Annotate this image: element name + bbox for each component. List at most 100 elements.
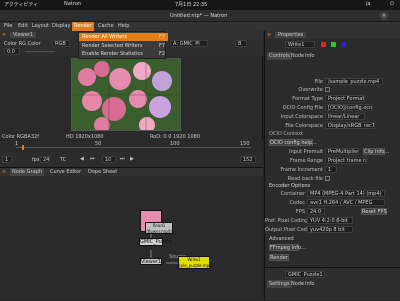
- next-frame-icon[interactable]: ⏭: [120, 156, 125, 162]
- tab-controls[interactable]: Controls: [267, 52, 292, 60]
- overwrite-label: Overwrite: [298, 87, 323, 93]
- codec-select[interactable]: avc1 H.264 / AVC / MPEG: [307, 199, 385, 206]
- format-type-select[interactable]: Project Format: [325, 95, 365, 102]
- read-back-label: Read back file: [287, 176, 323, 182]
- timeline-pane: 1 50 100 150 1 fps 24 TC ◀ ⏮ 10 ⏭ ▶ 152: [0, 140, 263, 167]
- properties-pane: ≡ Properties Write1 Controls Node Info F…: [264, 31, 400, 300]
- viewer-menu-icon[interactable]: ≡: [2, 32, 6, 38]
- window-title-bar: Untitled.ntp* — Natron ×: [0, 10, 400, 22]
- clip-info-button[interactable]: Clip Info...: [363, 148, 389, 155]
- properties-menu-icon[interactable]: ≡: [267, 32, 271, 38]
- output-pixel-coding-select[interactable]: yuv420p 8 bit: [307, 226, 353, 233]
- close-icon[interactable]: ×: [380, 12, 388, 20]
- node-connections: [150, 231, 178, 264]
- input-b-select[interactable]: B: [235, 40, 247, 47]
- red-color-icon[interactable]: [321, 42, 326, 47]
- gmic-node-name-field[interactable]: GMIC_Puzzle1: [285, 271, 325, 278]
- menu-help[interactable]: Help: [116, 22, 131, 31]
- channel-select[interactable]: RGB: [52, 40, 70, 47]
- frame-increment-field[interactable]: 1: [325, 166, 337, 173]
- file-label: File: [314, 79, 323, 85]
- render-button[interactable]: Render: [269, 254, 289, 261]
- input-colorspace-select[interactable]: linear/Linear: [325, 113, 365, 120]
- blue-color-icon[interactable]: [341, 42, 346, 47]
- properties-header: Write1: [265, 40, 400, 50]
- reset-fps-button[interactable]: Reset FPS: [361, 208, 387, 215]
- playhead[interactable]: [22, 145, 24, 150]
- gmic-properties-panel: GMIC_Puzzle1 Settings Node Info: [265, 267, 400, 300]
- file-field[interactable]: /sample_puzzle.mp4: [325, 78, 383, 85]
- menu-display[interactable]: Display: [50, 22, 72, 31]
- menu-layout[interactable]: Layout: [30, 22, 51, 31]
- tab-properties[interactable]: Properties: [275, 32, 307, 38]
- tab-viewer1[interactable]: Viewer1: [10, 32, 37, 38]
- user-menu[interactable]: ja: [366, 1, 370, 7]
- window-title: Untitled.ntp* — Natron: [170, 13, 228, 19]
- timeline-track: [16, 147, 251, 148]
- render-selected-writers[interactable]: Render Selected Writers F7: [79, 42, 168, 50]
- frame-range-label: Frame Range: [289, 158, 323, 164]
- viewer-node[interactable]: Viewer1: [140, 258, 162, 265]
- properties-tab-bar: ≡ Properties: [265, 31, 400, 39]
- output-pixel-coding-label: Output Pixel Coding: [265, 227, 315, 233]
- pref-pixel-coding-label: Pref. Pixel Coding: [265, 218, 309, 224]
- power-icon[interactable]: ⏻: [390, 1, 394, 7]
- file-colorspace-label: File Colorspace: [285, 123, 323, 129]
- container-select[interactable]: MP4 (MPEG-4 Part 14) (mp4): [307, 190, 385, 197]
- tab-info[interactable]: Info: [303, 52, 316, 60]
- start-frame-field[interactable]: 1: [2, 156, 12, 163]
- play-backward-icon[interactable]: ◀: [80, 156, 84, 162]
- clock[interactable]: 7月1日 22:35: [175, 1, 207, 8]
- viewer-image[interactable]: [71, 58, 181, 131]
- read-back-checkbox[interactable]: [325, 176, 330, 181]
- overwrite-checkbox[interactable]: [325, 87, 330, 92]
- end-frame-field[interactable]: 152: [240, 156, 256, 163]
- tab-settings[interactable]: Settings: [267, 280, 292, 288]
- input-a-select[interactable]: A: GMIC_Pl: [170, 40, 208, 47]
- timeline-ruler[interactable]: 1 50 100 150: [0, 140, 263, 152]
- tab-info[interactable]: Info: [303, 280, 316, 288]
- fps-field[interactable]: 24: [40, 156, 50, 163]
- menu-render[interactable]: Render: [72, 22, 94, 31]
- play-forward-icon[interactable]: ▶: [130, 156, 134, 162]
- codec-label: Codec: [289, 200, 305, 206]
- menu-edit[interactable]: Edit: [16, 22, 30, 31]
- container-label: Container: [280, 191, 305, 197]
- input-premult-select[interactable]: PreMultiplied: [325, 148, 359, 155]
- tc-label: TC: [60, 157, 67, 163]
- ocio-config-field[interactable]: [OCIO]/config.ocio: [325, 104, 373, 111]
- input-colorspace-label: Input Colorspace: [280, 114, 323, 120]
- prev-frame-icon[interactable]: ⏮: [90, 156, 95, 162]
- gain-slider[interactable]: [25, 51, 55, 52]
- read-node[interactable]: Read1 (flower.mp4): [145, 222, 173, 234]
- render-all-writers[interactable]: Render All Writers F7: [79, 33, 168, 41]
- flower-image: [72, 59, 180, 130]
- gmic-puzzle-node[interactable]: GMIC_Puzzle: [139, 238, 171, 246]
- advanced-label[interactable]: Advanced: [269, 236, 294, 242]
- frame-range-select[interactable]: Project frame range: [325, 157, 367, 164]
- pref-pixel-coding-select[interactable]: YUV 4:2:0 8-bit: [307, 217, 353, 224]
- gain-field[interactable]: 0.0: [4, 48, 20, 55]
- encoder-options-label: Encoder Options: [269, 183, 311, 189]
- input-premult-label: Input Premult: [289, 149, 323, 155]
- os-top-bar: アクティビティ Natron 7月1日 22:35 ja ⏻: [0, 0, 400, 10]
- file-colorspace-select[interactable]: Display/sRGB_rec709: [325, 122, 375, 129]
- menu-cache[interactable]: Cache: [96, 22, 116, 31]
- activities-button[interactable]: アクティビティ: [4, 1, 38, 8]
- current-frame-field[interactable]: 10: [102, 156, 116, 163]
- menu-file[interactable]: File: [2, 22, 14, 31]
- fps-label: fps: [32, 157, 40, 163]
- ffmpeg-info-button[interactable]: FFmpeg Info...: [269, 244, 306, 251]
- enable-render-statistics[interactable]: Enable Render Statistics F2: [79, 50, 168, 58]
- fps-field[interactable]: 24.0: [307, 208, 325, 215]
- app-menu[interactable]: Natron: [64, 1, 81, 7]
- menu-shortcut: F7: [158, 34, 165, 40]
- green-color-icon[interactable]: [331, 42, 336, 47]
- menu-shortcut: F2: [158, 51, 165, 57]
- playback-controls: 1 fps 24 TC ◀ ⏮ 10 ⏭ ▶ 152: [0, 153, 263, 167]
- ocio-config-label: OCIO Config File: [282, 105, 323, 111]
- node-name-field[interactable]: Write1: [285, 41, 315, 48]
- menu-label: Render Selected Writers: [82, 43, 143, 49]
- ocio-help-button[interactable]: OCIO config help...: [269, 139, 317, 146]
- write-node[interactable]: Write1 (ple_puzzle.mp4): [178, 256, 213, 269]
